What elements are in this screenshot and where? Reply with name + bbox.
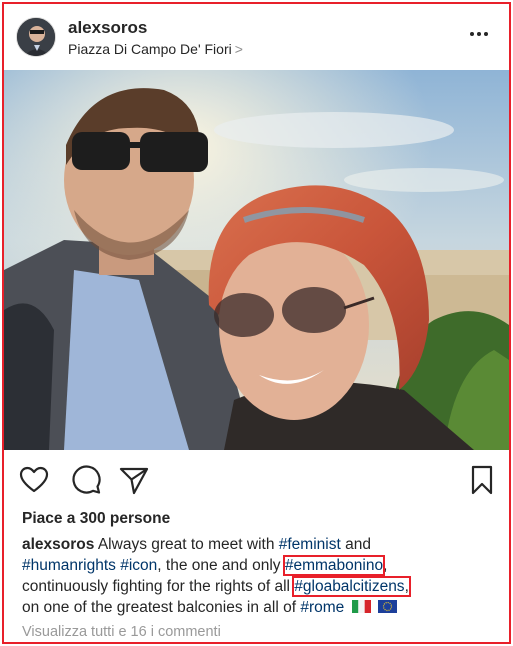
action-bar (4, 460, 509, 500)
view-comments-link[interactable]: Visualizza tutti e 16 i commenti (22, 624, 221, 640)
likes-count[interactable]: Piace a 300 persone (22, 510, 170, 528)
hashtag-rome[interactable]: #rome (300, 599, 344, 616)
hashtag-humanrights[interactable]: #humanrights (22, 557, 116, 574)
hashtag-feminist[interactable]: #feminist (279, 536, 341, 553)
comment-icon[interactable] (70, 464, 102, 496)
heart-icon[interactable] (18, 464, 50, 496)
caption-text: , the one and only (157, 557, 285, 574)
caption-author[interactable]: alexsoros (22, 536, 94, 553)
post-photo[interactable] (4, 70, 509, 450)
hashtag-emmabonino[interactable]: #emmabonino (282, 555, 386, 576)
caption-text: continuously fighting for the rights of … (22, 578, 295, 595)
hashtag-icon[interactable]: #icon (120, 557, 157, 574)
post-header: alexsoros Piazza Di Campo De' Fiori > (4, 4, 509, 70)
location-label: Piazza Di Campo De' Fiori (68, 41, 232, 57)
username[interactable]: alexsoros (68, 18, 147, 38)
more-options-icon[interactable] (467, 22, 491, 46)
caption: alexsoros Always great to meet with #fem… (22, 534, 502, 618)
paper-plane-icon[interactable] (118, 464, 150, 496)
avatar[interactable] (16, 17, 56, 57)
eu-flag-icon (377, 598, 397, 613)
italy-flag-icon (351, 598, 371, 613)
bookmark-icon[interactable] (466, 464, 498, 496)
location-link[interactable]: Piazza Di Campo De' Fiori > (68, 41, 243, 57)
caption-text: , (383, 557, 388, 574)
caption-text: and (340, 536, 371, 553)
caption-text: , (404, 578, 409, 595)
hashtag-gloabalcitizens[interactable]: #gloabalcitizens (294, 578, 404, 595)
chevron-right-icon: > (234, 41, 243, 57)
caption-text: on one of the greatest balconies in all … (22, 599, 301, 616)
post-card: alexsoros Piazza Di Campo De' Fiori > Pi… (2, 2, 511, 644)
caption-text: Always great to meet with (94, 536, 279, 553)
